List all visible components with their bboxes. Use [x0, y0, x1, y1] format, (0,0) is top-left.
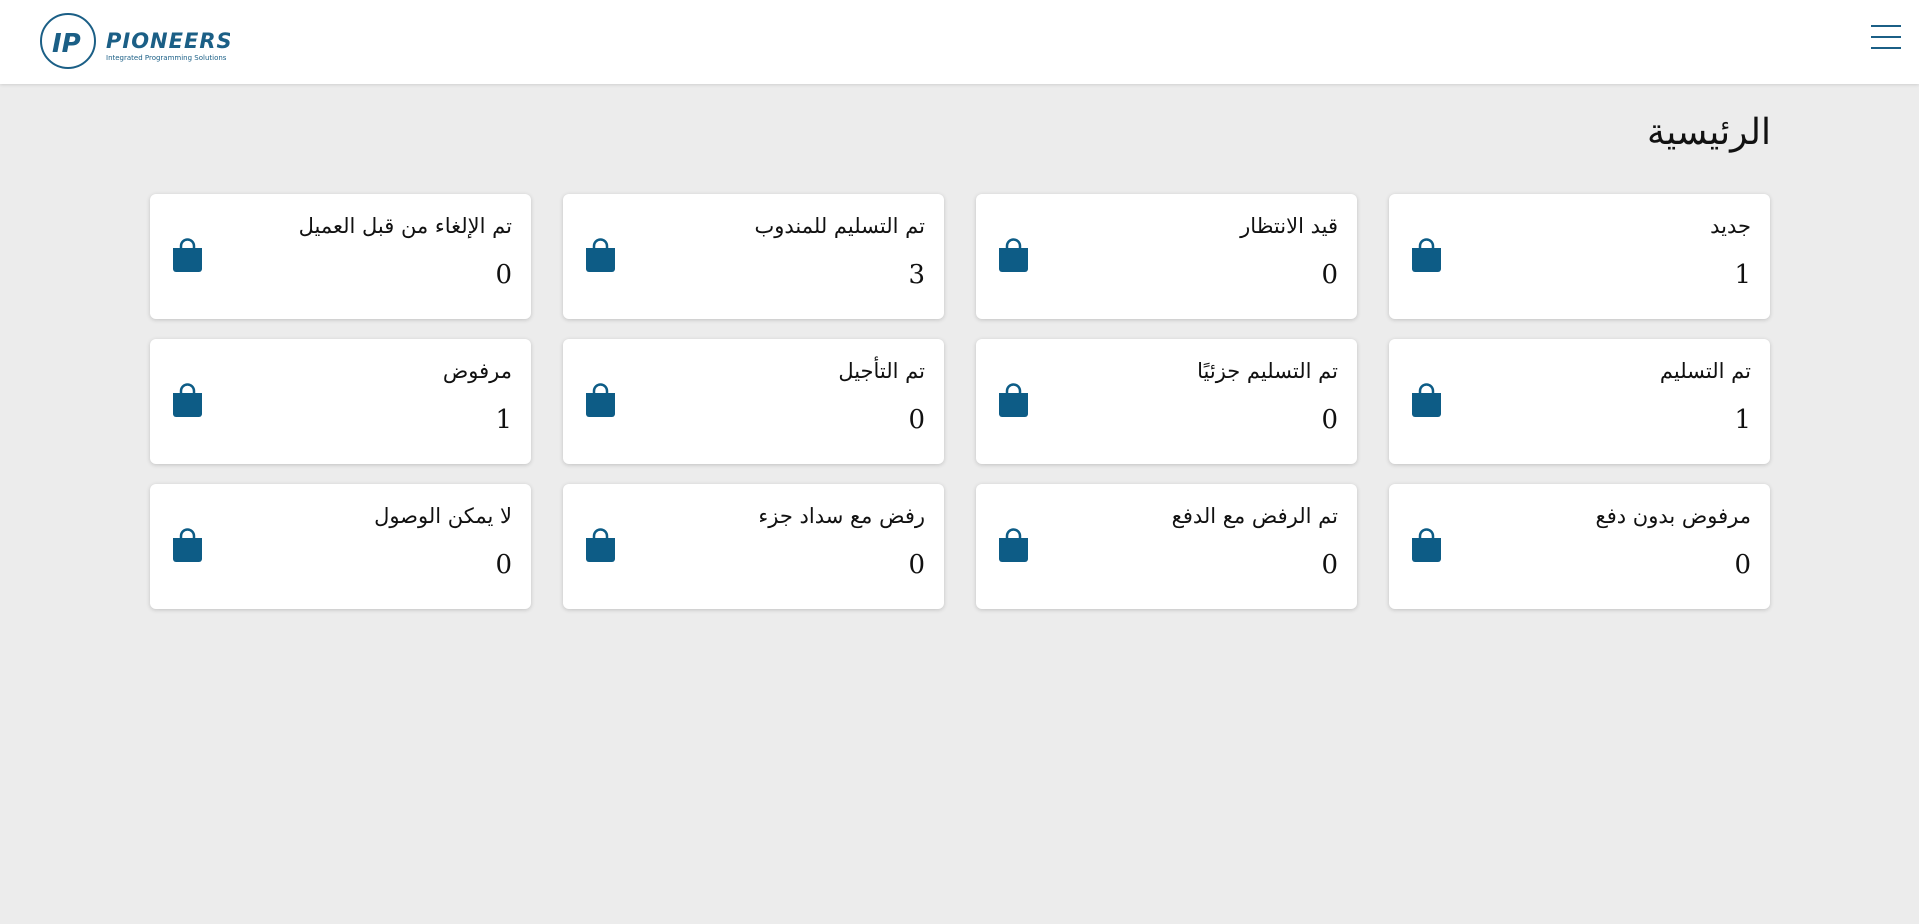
- top-header: IP PIONEERS Integrated Programming Solut…: [0, 0, 1919, 84]
- shopping-bag-icon: [586, 238, 615, 272]
- card-label: تم التأجيل: [838, 359, 925, 383]
- shopping-bag-icon: [1412, 383, 1441, 417]
- brand-tagline: Integrated Programming Solutions: [106, 54, 227, 62]
- card-label: مرفوض بدون دفع: [1595, 504, 1751, 528]
- card-count: 1: [1734, 260, 1751, 290]
- shopping-bag-icon: [586, 383, 615, 417]
- shopping-bag-icon: [173, 528, 202, 562]
- card-label: تم التسليم للمندوب: [754, 214, 925, 238]
- card-count: 0: [1321, 550, 1338, 580]
- card-label: لا يمكن الوصول: [374, 504, 512, 528]
- status-card-delivered[interactable]: تم التسليم 1: [1389, 339, 1770, 464]
- status-card-rejected-without-payment[interactable]: مرفوض بدون دفع 0: [1389, 484, 1770, 609]
- status-card-partially-delivered[interactable]: تم التسليم جزئيًا 0: [976, 339, 1357, 464]
- brand-name: PIONEERS: [106, 29, 230, 53]
- card-label: جديد: [1710, 214, 1751, 238]
- shopping-bag-icon: [173, 383, 202, 417]
- card-count: 1: [1734, 405, 1751, 435]
- card-label: تم التسليم: [1659, 359, 1751, 383]
- hamburger-menu-icon[interactable]: [1871, 25, 1901, 53]
- card-label: تم الإلغاء من قبل العميل: [298, 214, 512, 238]
- shopping-bag-icon: [586, 528, 615, 562]
- card-label: تم التسليم جزئيًا: [1197, 359, 1338, 383]
- shopping-bag-icon: [1412, 238, 1441, 272]
- card-count: 0: [495, 550, 512, 580]
- logo-mark: IP: [52, 29, 81, 59]
- shopping-bag-icon: [173, 238, 202, 272]
- card-count: 0: [1321, 260, 1338, 290]
- card-count: 1: [495, 405, 512, 435]
- status-cards-grid: جديد 1 قيد الانتظار 0 تم التسليم للمندوب…: [150, 194, 1770, 609]
- status-card-cancelled-by-customer[interactable]: تم الإلغاء من قبل العميل 0: [150, 194, 531, 319]
- status-card-postponed[interactable]: تم التأجيل 0: [563, 339, 944, 464]
- pioneers-logo[interactable]: IP PIONEERS Integrated Programming Solut…: [40, 12, 230, 72]
- shopping-bag-icon: [999, 383, 1028, 417]
- card-label: مرفوض: [442, 359, 512, 383]
- card-count: 0: [1734, 550, 1751, 580]
- shopping-bag-icon: [999, 238, 1028, 272]
- card-count: 0: [908, 550, 925, 580]
- status-card-rejected-partial-payment[interactable]: رفض مع سداد جزء 0: [563, 484, 944, 609]
- status-card-rejected-with-payment[interactable]: تم الرفض مع الدفع 0: [976, 484, 1357, 609]
- status-card-pending[interactable]: قيد الانتظار 0: [976, 194, 1357, 319]
- card-count: 0: [908, 405, 925, 435]
- card-label: تم الرفض مع الدفع: [1171, 504, 1338, 528]
- card-count: 0: [495, 260, 512, 290]
- card-label: رفض مع سداد جزء: [758, 504, 925, 528]
- page-title: الرئيسية: [1647, 112, 1771, 153]
- status-card-new[interactable]: جديد 1: [1389, 194, 1770, 319]
- card-count: 3: [908, 260, 925, 290]
- card-count: 0: [1321, 405, 1338, 435]
- status-card-rejected[interactable]: مرفوض 1: [150, 339, 531, 464]
- card-label: قيد الانتظار: [1240, 214, 1338, 238]
- status-card-delivered-to-courier[interactable]: تم التسليم للمندوب 3: [563, 194, 944, 319]
- shopping-bag-icon: [1412, 528, 1441, 562]
- shopping-bag-icon: [999, 528, 1028, 562]
- status-card-unreachable[interactable]: لا يمكن الوصول 0: [150, 484, 531, 609]
